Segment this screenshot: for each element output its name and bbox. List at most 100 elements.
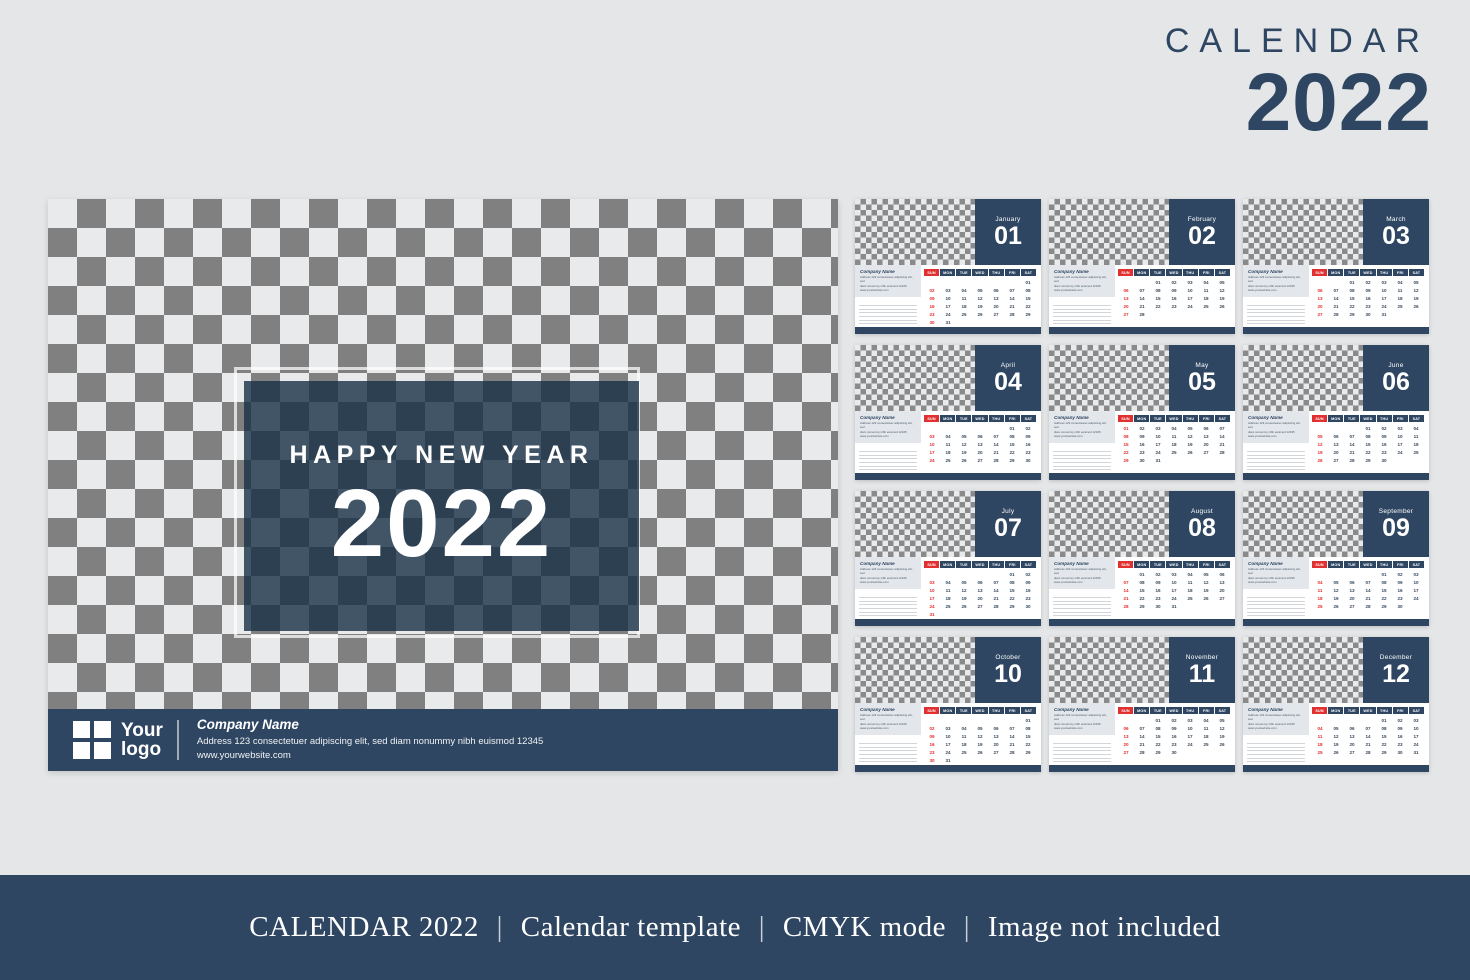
day-cell[interactable]: 31	[924, 610, 940, 618]
day-cell[interactable]: 03	[940, 286, 956, 294]
day-cell[interactable]: 10	[924, 586, 940, 594]
day-cell[interactable]: 10	[1182, 724, 1198, 732]
day-cell[interactable]: 08	[1004, 578, 1020, 586]
day-cell[interactable]: 14	[1344, 440, 1360, 448]
day-cell[interactable]: 16	[1134, 440, 1150, 448]
day-cell[interactable]: 27	[1312, 310, 1328, 318]
day-cell[interactable]: 21	[1214, 440, 1230, 448]
day-cell[interactable]: 18	[1392, 294, 1408, 302]
day-cell[interactable]: 15	[1344, 294, 1360, 302]
day-cell[interactable]: 29	[1376, 748, 1392, 756]
day-cell[interactable]: 16	[1392, 732, 1408, 740]
day-cell[interactable]: 06	[1118, 286, 1134, 294]
day-cell[interactable]: 23	[1166, 740, 1182, 748]
day-cell[interactable]: 11	[1408, 432, 1424, 440]
day-cell[interactable]: 27	[972, 602, 988, 610]
day-cell[interactable]: 06	[972, 578, 988, 586]
day-cell[interactable]: 13	[1198, 432, 1214, 440]
day-cell[interactable]: 05	[972, 286, 988, 294]
day-cell[interactable]: 07	[1004, 724, 1020, 732]
day-cell[interactable]: 15	[1004, 440, 1020, 448]
month-notes-lines[interactable]	[1049, 735, 1115, 765]
day-cell[interactable]: 19	[1214, 732, 1230, 740]
day-cell[interactable]: 14	[1360, 586, 1376, 594]
day-cell[interactable]: 25	[940, 602, 956, 610]
day-cell[interactable]: 16	[924, 302, 940, 310]
day-cell[interactable]: 24	[1150, 448, 1166, 456]
day-cell[interactable]: 26	[956, 602, 972, 610]
day-cell[interactable]: 09	[1392, 724, 1408, 732]
day-cell[interactable]: 13	[1328, 440, 1344, 448]
day-cell[interactable]: 26	[972, 310, 988, 318]
day-cell[interactable]: 10	[940, 732, 956, 740]
day-cell[interactable]: 08	[1134, 578, 1150, 586]
day-cell[interactable]: 16	[1376, 440, 1392, 448]
day-cell[interactable]: 06	[1312, 286, 1328, 294]
day-cell[interactable]: 28	[1004, 310, 1020, 318]
day-cell[interactable]: 22	[1020, 302, 1036, 310]
day-cell[interactable]: 05	[1328, 724, 1344, 732]
month-notes-lines[interactable]	[855, 589, 921, 619]
day-cell[interactable]: 22	[1118, 448, 1134, 456]
day-cell[interactable]: 14	[1004, 294, 1020, 302]
day-cell[interactable]: 27	[1328, 456, 1344, 464]
day-cell[interactable]: 09	[1392, 578, 1408, 586]
day-cell[interactable]: 09	[924, 732, 940, 740]
day-cell[interactable]: 21	[1344, 448, 1360, 456]
day-cell[interactable]: 20	[988, 740, 1004, 748]
day-cell[interactable]: 15	[1004, 586, 1020, 594]
day-cell[interactable]: 07	[1118, 578, 1134, 586]
day-cell[interactable]: 16	[1166, 732, 1182, 740]
day-cell[interactable]: 13	[1344, 732, 1360, 740]
day-cell[interactable]: 28	[988, 456, 1004, 464]
day-cell[interactable]: 21	[1360, 594, 1376, 602]
day-cell[interactable]: 21	[1004, 740, 1020, 748]
month-card[interactable]: April 04 Company Name Address 123 consectet…	[855, 345, 1041, 480]
day-cell[interactable]: 17	[1376, 294, 1392, 302]
day-cell[interactable]: 28	[1004, 748, 1020, 756]
day-cell[interactable]: 20	[1328, 448, 1344, 456]
day-cell[interactable]: 29	[1150, 748, 1166, 756]
day-cell[interactable]: 05	[956, 578, 972, 586]
month-card[interactable]: February 02 Company Name Address 123 consec…	[1049, 199, 1235, 334]
day-cell[interactable]: 09	[1166, 286, 1182, 294]
day-cell[interactable]: 17	[1166, 586, 1182, 594]
day-cell[interactable]: 04	[1312, 724, 1328, 732]
day-cell[interactable]: 12	[972, 294, 988, 302]
day-cell[interactable]: 11	[940, 586, 956, 594]
day-cell[interactable]: 22	[1150, 302, 1166, 310]
day-cell[interactable]: 16	[1166, 294, 1182, 302]
month-card[interactable]: July 07 Company Name Address 123 consectetu…	[855, 491, 1041, 626]
day-cell[interactable]: 03	[1408, 570, 1424, 578]
month-notes-lines[interactable]	[1243, 589, 1309, 619]
day-cell[interactable]: 13	[972, 440, 988, 448]
day-cell[interactable]: 08	[1004, 432, 1020, 440]
day-cell[interactable]: 26	[956, 456, 972, 464]
month-notes-lines[interactable]	[855, 735, 921, 765]
day-cell[interactable]: 21	[1360, 740, 1376, 748]
day-cell[interactable]: 28	[1360, 748, 1376, 756]
day-cell[interactable]: 02	[1020, 424, 1036, 432]
day-cell[interactable]: 09	[1360, 286, 1376, 294]
day-cell[interactable]: 03	[1182, 716, 1198, 724]
day-cell[interactable]: 12	[1328, 586, 1344, 594]
day-cell[interactable]: 03	[1376, 278, 1392, 286]
day-cell[interactable]: 25	[1182, 594, 1198, 602]
day-cell[interactable]: 21	[988, 594, 1004, 602]
day-cell[interactable]: 04	[1198, 278, 1214, 286]
day-cell[interactable]: 28	[1328, 310, 1344, 318]
day-cell[interactable]: 30	[1360, 310, 1376, 318]
day-cell[interactable]: 16	[1392, 586, 1408, 594]
day-cell[interactable]: 03	[924, 432, 940, 440]
day-cell[interactable]: 20	[1118, 740, 1134, 748]
day-cell[interactable]: 31	[1166, 602, 1182, 610]
day-cell[interactable]: 10	[1408, 724, 1424, 732]
day-cell[interactable]: 30	[1020, 456, 1036, 464]
day-cell[interactable]: 24	[1182, 302, 1198, 310]
day-cell[interactable]: 20	[972, 448, 988, 456]
month-card[interactable]: March 03 Company Name Address 123 consectet…	[1243, 199, 1429, 334]
day-cell[interactable]: 23	[1020, 594, 1036, 602]
month-card[interactable]: December 12 Company Name Address 123 consec…	[1243, 637, 1429, 772]
day-cell[interactable]: 09	[924, 294, 940, 302]
day-cell[interactable]: 25	[956, 748, 972, 756]
